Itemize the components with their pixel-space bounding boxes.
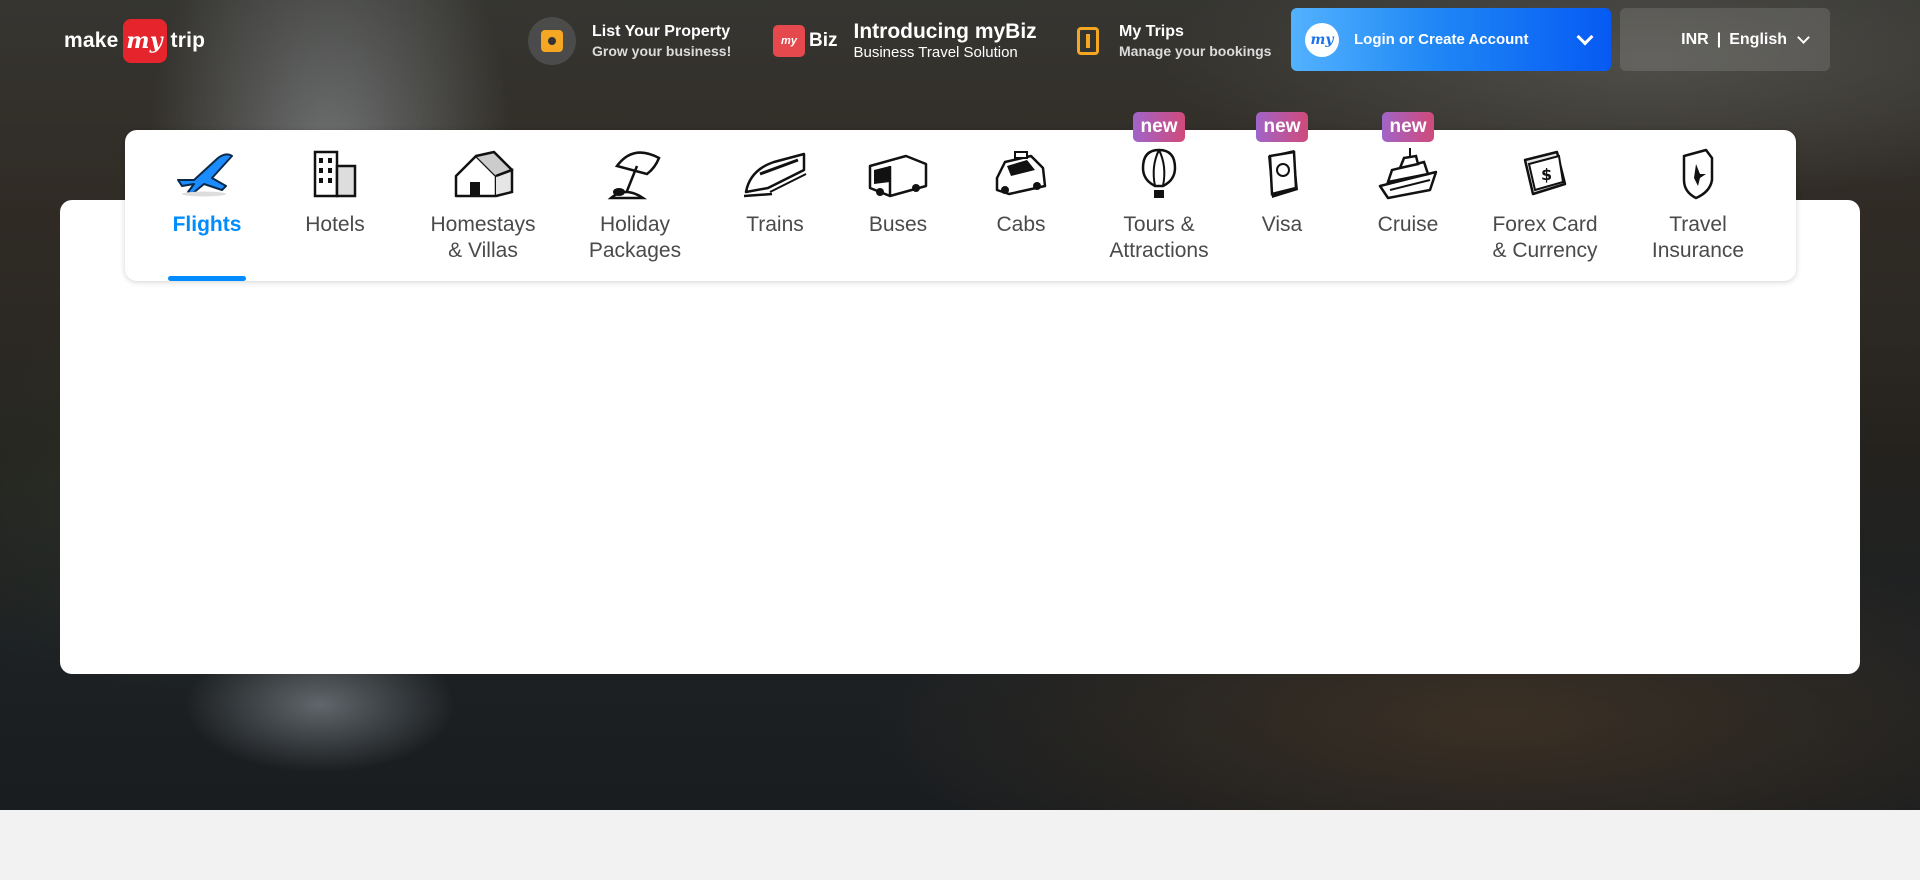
nav-item-trains[interactable]: Trains <box>725 130 825 281</box>
top-header: make my trip List Your Property Grow you… <box>0 0 1920 80</box>
nav-item-tours-attractions[interactable]: new Tours & Attractions <box>1084 112 1234 281</box>
nav-label-tours-attractions: Tours & Attractions <box>1109 213 1209 262</box>
nav-item-holiday-packages[interactable]: Holiday Packages <box>565 130 705 281</box>
nav-label-homestays: Homestays & Villas <box>430 213 536 262</box>
currency-card-icon: $ <box>1510 146 1580 202</box>
new-badge: new <box>1255 112 1309 142</box>
hot-air-balloon-icon <box>1124 146 1194 202</box>
nav-label-hotels: Hotels <box>305 213 365 236</box>
currency-label: INR <box>1681 30 1709 48</box>
suitcase-icon <box>1077 27 1099 55</box>
nav-label-travel-insurance: Travel Insurance <box>1651 213 1745 262</box>
train-icon <box>740 146 810 202</box>
chevron-down-icon <box>1797 31 1810 44</box>
nav-item-visa[interactable]: new Visa <box>1242 112 1322 281</box>
product-nav: Flights Hotels Homestays & Villas Holida… <box>125 112 1796 281</box>
nav-label-visa: Visa <box>1261 213 1303 236</box>
nav-label-buses: Buses <box>868 213 928 236</box>
mybiz-subtitle: Business Travel Solution <box>853 44 1018 61</box>
nav-item-homestays[interactable]: Homestays & Villas <box>413 130 553 281</box>
user-avatar-icon: my <box>1305 22 1339 57</box>
login-button[interactable]: my Login or Create Account <box>1291 8 1611 71</box>
insurance-shield-icon <box>1663 146 1733 202</box>
login-label: Login or Create Account <box>1354 31 1529 48</box>
new-badge: new <box>1132 112 1186 142</box>
nav-item-flights[interactable]: Flights <box>163 130 251 281</box>
makemytrip-logo[interactable]: make my trip <box>64 19 205 63</box>
nav-label-trains: Trains <box>746 213 804 236</box>
separator: | <box>1716 30 1722 48</box>
nav-label-forex: Forex Card & Currency <box>1492 213 1598 262</box>
nav-item-cabs[interactable]: Cabs <box>971 130 1071 281</box>
house-icon <box>448 146 518 202</box>
nav-label-cabs: Cabs <box>996 213 1046 236</box>
mybiz-title: Introducing myBiz <box>853 20 1037 43</box>
property-key-icon <box>528 17 576 65</box>
airplane-icon <box>172 146 242 202</box>
mybiz-link[interactable]: my Biz Introducing myBiz Business Travel… <box>773 17 1037 65</box>
nav-label-cruise: Cruise <box>1377 213 1439 236</box>
list-property-link[interactable]: List Your Property Grow your business! <box>528 17 731 65</box>
list-property-title: List Your Property <box>592 23 731 40</box>
language-label: English <box>1729 30 1787 48</box>
currency-language-selector[interactable]: INR | English <box>1620 8 1830 71</box>
bus-icon <box>863 146 933 202</box>
mybiz-bag-icon: my <box>773 25 805 57</box>
mybiz-brand: Biz <box>809 30 838 51</box>
hotel-building-icon <box>300 146 370 202</box>
ship-icon <box>1373 146 1443 202</box>
logo-text-right: trip <box>170 29 206 52</box>
mybiz-icon: my Biz <box>773 25 838 57</box>
logo-text-left: make <box>64 29 119 52</box>
list-property-subtitle: Grow your business! <box>592 43 732 59</box>
active-tab-indicator <box>168 276 246 281</box>
car-icon <box>986 146 1056 202</box>
beach-umbrella-icon <box>600 146 670 202</box>
nav-item-buses[interactable]: Buses <box>848 130 948 281</box>
nav-item-forex[interactable]: $ Forex Card & Currency <box>1475 130 1615 281</box>
logo-badge: my <box>122 19 167 63</box>
passport-icon <box>1247 146 1317 202</box>
my-trips-title: My Trips <box>1119 23 1184 40</box>
svg-text:$: $ <box>1541 165 1552 184</box>
nav-item-hotels[interactable]: Hotels <box>295 130 375 281</box>
nav-item-travel-insurance[interactable]: Travel Insurance <box>1633 130 1763 281</box>
new-badge: new <box>1381 112 1435 142</box>
my-trips-subtitle: Manage your bookings <box>1119 43 1272 59</box>
nav-item-cruise[interactable]: new Cruise <box>1358 112 1458 281</box>
my-trips-link[interactable]: My Trips Manage your bookings <box>1077 17 1271 65</box>
chevron-down-icon[interactable] <box>1576 28 1594 45</box>
nav-label-flights: Flights <box>172 213 242 236</box>
nav-label-holiday-packages: Holiday Packages <box>588 213 682 262</box>
